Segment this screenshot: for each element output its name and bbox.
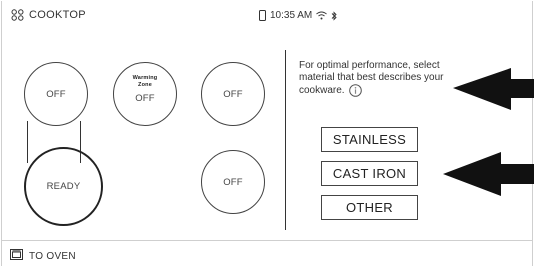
to-oven-button[interactable]: TO OVEN [10, 249, 76, 263]
bottom-bar: TO OVEN [1, 240, 533, 267]
arrow-to-info-icon [453, 68, 534, 110]
to-oven-label: TO OVEN [29, 250, 76, 262]
arrow-to-cast-iron [443, 152, 534, 196]
oven-icon [10, 249, 23, 263]
annotation-arrows [443, 68, 534, 196]
